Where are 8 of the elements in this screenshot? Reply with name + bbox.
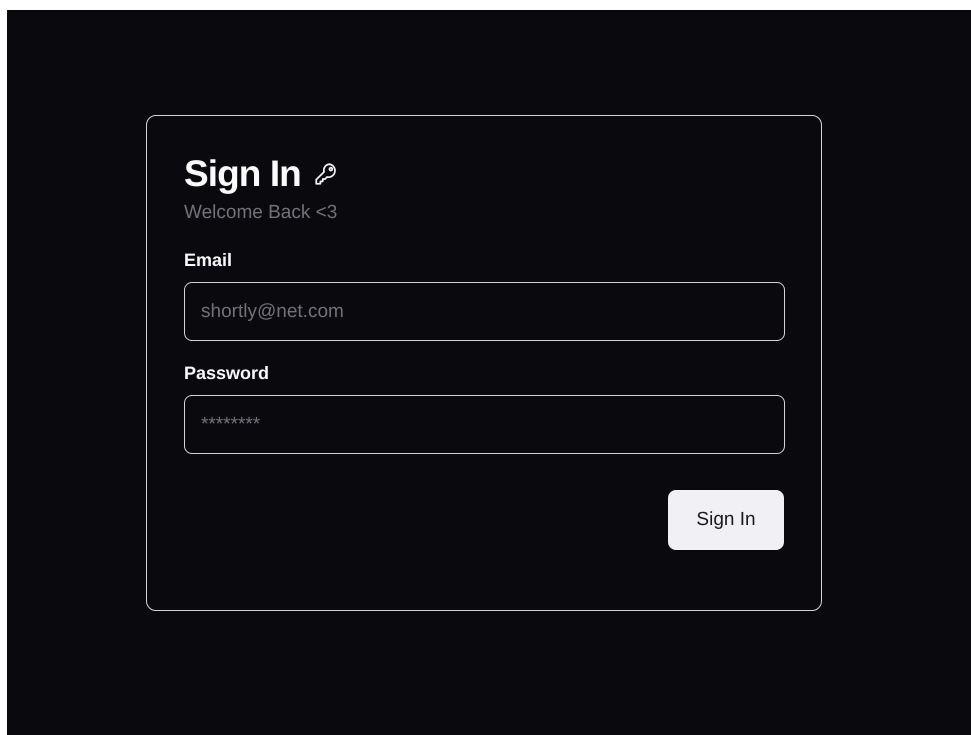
input-field[interactable]: shortly@net.com — [184, 282, 785, 341]
key-icon — [312, 161, 339, 187]
field-label: Password — [184, 362, 270, 385]
card-subtitle: Welcome Back <3 — [184, 201, 338, 225]
input-field[interactable]: ******** — [184, 395, 785, 454]
field-label: Email — [184, 249, 234, 272]
card-title: Sign In — [184, 152, 301, 196]
sign-in-button[interactable]: Sign In — [668, 490, 784, 550]
